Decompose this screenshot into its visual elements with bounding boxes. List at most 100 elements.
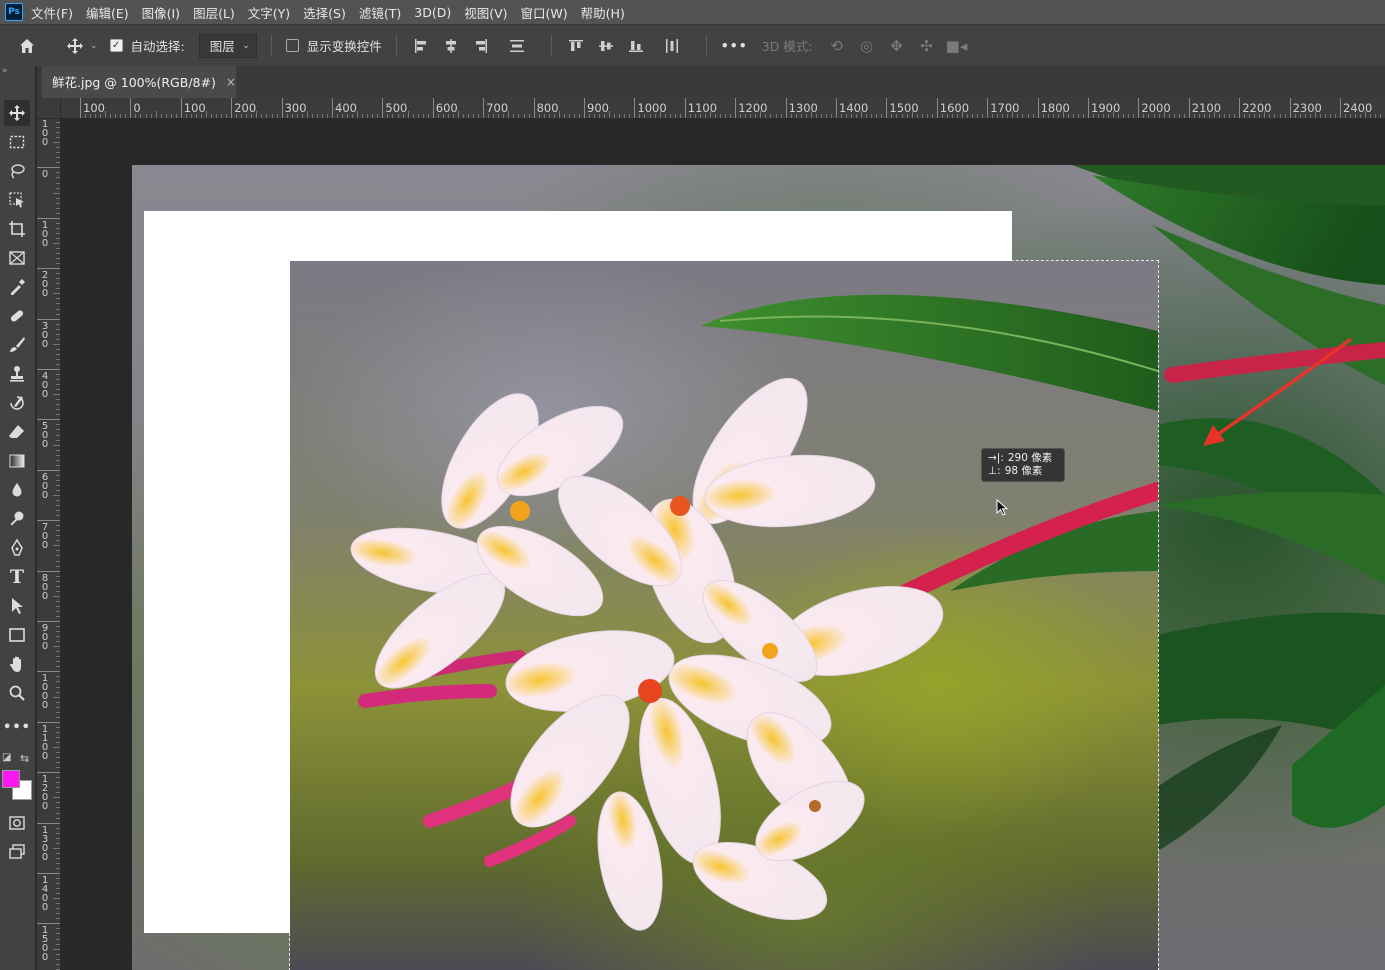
move-tool-icon[interactable]	[4, 100, 30, 126]
ruler-minor-tick	[145, 114, 147, 118]
screen-mode-icon[interactable]	[4, 839, 30, 865]
3d-scale-camera-icon[interactable]: ■◂	[946, 36, 968, 56]
3d-slide-icon[interactable]: ✣	[917, 36, 937, 56]
ruler-minor-tick	[56, 590, 60, 592]
menu-file[interactable]: 文件(F)	[31, 3, 73, 22]
blur-tool-icon[interactable]	[4, 477, 30, 503]
3d-orbit-icon[interactable]: ⟲	[827, 36, 847, 56]
ruler-minor-tick	[1329, 114, 1331, 118]
canvas-area[interactable]: →|: 290 像素 ⊥: 98 像素	[61, 119, 1385, 970]
ruler-label: 100	[183, 101, 206, 115]
ruler-minor-tick	[56, 313, 60, 315]
menu-select[interactable]: 选择(S)	[303, 3, 346, 22]
brush-tool-icon[interactable]	[4, 332, 30, 358]
menu-image[interactable]: 图像(I)	[142, 3, 180, 22]
ruler-label: 900	[41, 623, 49, 652]
3d-pan-icon[interactable]: ✥	[887, 36, 907, 56]
menu-help[interactable]: 帮助(H)	[581, 3, 625, 22]
horizontal-ruler[interactable]: 100 0 100 200 300 400 500 600 700 800 900 1000 1100 1…	[61, 98, 1385, 119]
menu-window[interactable]: 窗口(W)	[521, 3, 568, 22]
ruler-minor-tick	[56, 706, 60, 708]
ruler-major-tick	[281, 98, 283, 118]
rectangle-tool-icon[interactable]	[4, 622, 30, 648]
eyedropper-tool-icon[interactable]	[4, 274, 30, 300]
menu-3d[interactable]: 3D(D)	[414, 5, 451, 20]
ruler-label: 1000	[637, 101, 667, 115]
edit-toolbar-more-icon[interactable]: •••	[3, 714, 30, 740]
crop-tool-icon[interactable]	[4, 216, 30, 242]
document-tab[interactable]: 鲜花.jpg @ 100%(RGB/8#) ×	[42, 66, 236, 98]
move-tool-preset-chevron-down-icon[interactable]: ⌄	[90, 41, 98, 51]
divider	[705, 34, 707, 57]
ruler-minor-tick	[56, 449, 60, 451]
object-selection-tool-icon[interactable]	[4, 187, 30, 213]
distribute-vertical-icon[interactable]	[507, 36, 527, 56]
vertical-ruler[interactable]: 1000100200300400500600700800900100011001…	[37, 119, 61, 970]
ruler-minor-tick	[56, 852, 60, 854]
align-right-edges-icon[interactable]	[471, 36, 491, 56]
menu-type[interactable]: 文字(Y)	[248, 3, 290, 22]
path-selection-tool-icon[interactable]	[4, 593, 30, 619]
menu-view[interactable]: 视图(V)	[464, 3, 507, 22]
ruler-label: 500	[41, 421, 49, 451]
align-horizontal-centers-icon[interactable]	[441, 36, 461, 56]
menu-layer[interactable]: 图层(L)	[193, 3, 235, 22]
menu-filter[interactable]: 滤镜(T)	[359, 3, 401, 22]
home-icon[interactable]	[16, 35, 38, 57]
ruler-minor-tick	[53, 192, 60, 194]
ruler-minor-tick	[412, 114, 414, 118]
default-colors-icon[interactable]: ◪	[2, 752, 11, 763]
history-brush-tool-icon[interactable]	[4, 390, 30, 416]
ruler-minor-tick	[1133, 114, 1135, 118]
ruler-minor-tick	[56, 263, 60, 265]
zoom-tool-icon[interactable]	[4, 680, 30, 706]
ruler-minor-tick	[1274, 114, 1276, 118]
ruler-minor-tick	[417, 114, 419, 118]
foreground-color-swatch[interactable]	[2, 770, 20, 788]
move-tool-icon[interactable]	[64, 35, 86, 57]
ruler-minor-tick	[53, 243, 60, 244]
ruler-label: 800	[536, 101, 559, 115]
pen-tool-icon[interactable]	[4, 535, 30, 561]
eraser-tool-icon[interactable]	[4, 419, 30, 445]
document-tab-title: 鲜花.jpg @ 100%(RGB/8#)	[52, 75, 216, 90]
quick-mask-icon[interactable]	[4, 810, 30, 836]
align-vertical-centers-icon[interactable]	[596, 36, 616, 56]
align-top-edges-icon[interactable]	[566, 36, 586, 56]
ruler-minor-tick	[881, 114, 883, 118]
auto-select-target-dropdown[interactable]: 图层 ⌄	[198, 33, 257, 58]
ruler-label: 1700	[990, 101, 1020, 115]
align-left-edges-icon[interactable]	[411, 36, 431, 56]
ruler-minor-tick	[326, 114, 328, 118]
ruler-minor-tick	[53, 495, 60, 496]
more-options-button[interactable]: •••	[721, 38, 748, 53]
clone-stamp-tool-icon[interactable]	[4, 361, 30, 387]
spot-healing-brush-tool-icon[interactable]	[4, 303, 30, 329]
dodge-tool-icon[interactable]	[4, 506, 30, 532]
ruler-minor-tick	[115, 114, 117, 118]
ruler-minor-tick	[170, 114, 172, 118]
frame-tool-icon[interactable]	[4, 245, 30, 271]
gradient-tool-icon[interactable]	[4, 448, 30, 474]
rectangular-marquee-tool-icon[interactable]	[4, 129, 30, 155]
close-tab-icon[interactable]: ×	[226, 75, 236, 89]
3d-roll-icon[interactable]: ◎	[857, 36, 877, 56]
hand-tool-icon[interactable]	[4, 651, 30, 677]
show-transform-controls-checkbox[interactable]	[285, 39, 299, 52]
distribute-horizontal-icon[interactable]	[662, 36, 682, 56]
ruler-minor-tick	[56, 288, 60, 290]
lasso-tool-icon[interactable]	[4, 158, 30, 184]
menu-edit[interactable]: 编辑(E)	[86, 3, 129, 22]
ruler-minor-tick	[56, 122, 60, 124]
swap-colors-icon[interactable]: ⇆	[20, 752, 29, 765]
ruler-minor-tick	[150, 114, 152, 118]
ruler-minor-tick	[56, 434, 60, 436]
type-tool-icon[interactable]: T	[4, 564, 30, 590]
flower-photo-layer[interactable]	[289, 260, 1159, 970]
align-bottom-edges-icon[interactable]	[626, 36, 646, 56]
auto-select-checkbox[interactable]: ✓	[109, 39, 123, 52]
collapse-panel-icon[interactable]: »	[2, 66, 8, 76]
ruler-minor-tick	[56, 711, 60, 713]
ruler-minor-tick	[578, 114, 580, 118]
ruler-minor-tick	[160, 114, 162, 118]
